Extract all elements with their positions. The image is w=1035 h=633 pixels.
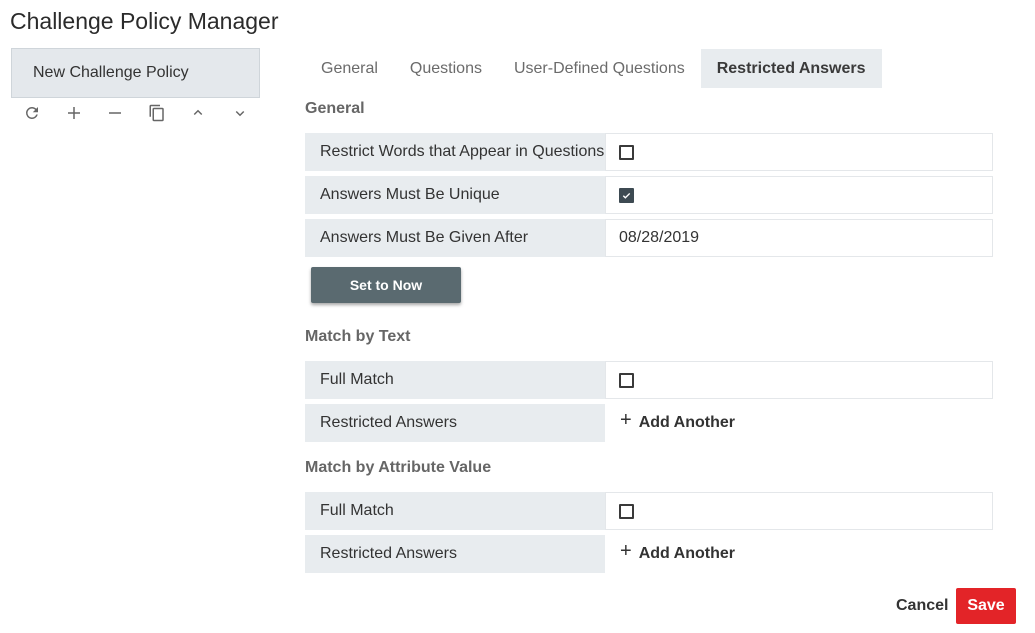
section-title-match-text: Match by Text (305, 328, 411, 345)
restrict-words-checkbox[interactable] (619, 144, 634, 160)
app-title: Challenge Policy Manager (10, 8, 279, 34)
copy-button[interactable] (146, 102, 188, 124)
row-text-restricted-answers: Restricted Answers + Add Another (305, 404, 993, 442)
tab-questions[interactable]: Questions (394, 49, 498, 88)
text-restricted-answers-label: Restricted Answers (305, 404, 605, 442)
answers-unique-checkbox[interactable] (619, 187, 634, 203)
chevron-down-icon (235, 110, 244, 117)
plus-icon: + (620, 539, 632, 562)
save-button[interactable]: Save (956, 588, 1016, 624)
add-another-label: Add Another (638, 545, 735, 562)
chevron-up-icon (193, 109, 203, 116)
restrict-words-label: Restrict Words that Appear in Questions (305, 133, 605, 171)
add-another-label: Add Another (638, 414, 735, 431)
move-down-button[interactable] (229, 102, 271, 124)
answers-unique-label: Answers Must Be Unique (305, 176, 605, 214)
tab-general[interactable]: General (305, 49, 394, 88)
minus-icon (109, 112, 121, 114)
attr-full-match-checkbox[interactable] (619, 503, 634, 519)
tab-bar: General Questions User-Defined Questions… (305, 49, 882, 88)
set-to-now-button[interactable]: Set to Now (311, 267, 461, 303)
given-after-label: Answers Must Be Given After (305, 219, 605, 257)
plus-icon (67, 107, 80, 119)
remove-button[interactable] (104, 102, 146, 124)
checkmark-icon (622, 192, 631, 199)
section-title-match-attribute: Match by Attribute Value (305, 459, 492, 476)
refresh-icon (26, 107, 38, 119)
row-attr-restricted-answers: Restricted Answers + Add Another (305, 535, 993, 573)
attr-add-another-button[interactable]: + Add Another (620, 539, 735, 566)
text-full-match-checkbox[interactable] (619, 372, 634, 388)
row-restrict-words: Restrict Words that Appear in Questions (305, 133, 993, 171)
plus-icon: + (620, 408, 632, 431)
cancel-button[interactable]: Cancel (888, 588, 956, 624)
row-text-full-match: Full Match (305, 361, 993, 399)
policy-toolbar (21, 102, 270, 124)
given-after-date-field[interactable]: 08/28/2019 (605, 219, 993, 257)
text-full-match-label: Full Match (305, 361, 605, 399)
add-button[interactable] (63, 102, 105, 124)
text-add-another-button[interactable]: + Add Another (620, 408, 735, 435)
tab-user-defined-questions[interactable]: User-Defined Questions (498, 49, 701, 88)
section-title-general: General (305, 100, 365, 117)
row-given-after: Answers Must Be Given After 08/28/2019 (305, 219, 993, 257)
refresh-button[interactable] (21, 102, 63, 124)
copy-icon (149, 104, 164, 122)
attr-restricted-answers-label: Restricted Answers (305, 535, 605, 573)
row-attr-full-match: Full Match (305, 492, 993, 530)
row-answers-unique: Answers Must Be Unique (305, 176, 993, 214)
tab-restricted-answers[interactable]: Restricted Answers (700, 49, 882, 88)
attr-full-match-label: Full Match (305, 492, 605, 530)
policy-list-item[interactable]: New Challenge Policy (11, 48, 260, 98)
move-up-button[interactable] (187, 102, 229, 124)
